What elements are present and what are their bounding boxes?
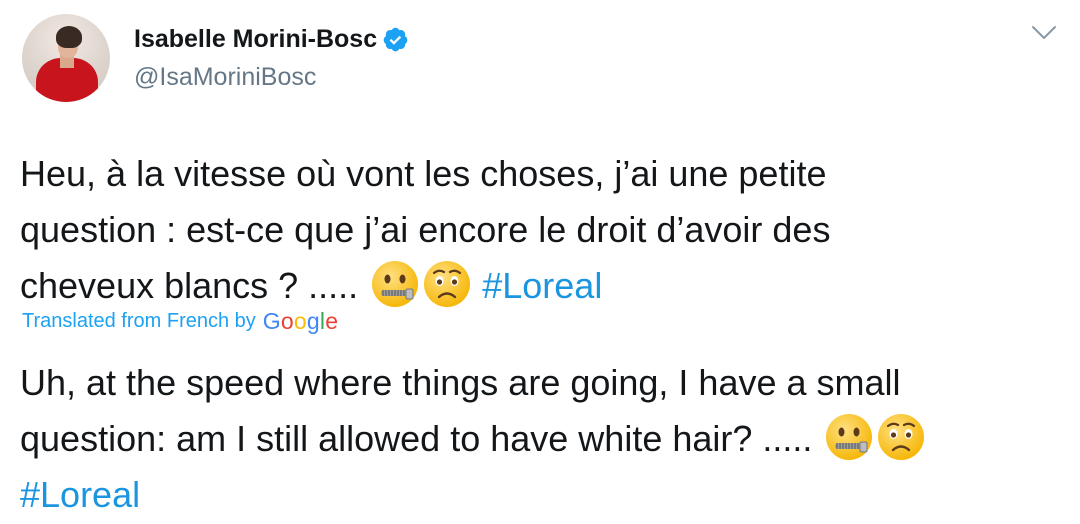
translated-text: Uh, at the speed where things are going,… [20, 355, 1060, 523]
translated-label[interactable]: Translated from French by [22, 306, 256, 336]
hashtag-link[interactable]: #Loreal [482, 265, 602, 306]
translated-text-line: Uh, at the speed where things are going,… [20, 362, 901, 403]
tweet-text: Heu, à la vitesse où vont les choses, j’… [20, 146, 1060, 314]
avatar[interactable] [22, 14, 110, 102]
worried-face-icon [876, 412, 926, 462]
translated-text-segment: question: am I still allowed to have whi… [20, 418, 813, 459]
translated-text-line: question: am I still allowed to have whi… [20, 411, 1060, 467]
hashtag-link[interactable]: #Loreal [20, 474, 140, 515]
author-name-row[interactable]: Isabelle Morini-Bosc [134, 22, 409, 56]
zipper-mouth-face-icon [370, 259, 420, 309]
verified-badge-icon [383, 27, 408, 51]
tweet-text-segment: cheveux blancs ? ..... [20, 265, 359, 306]
author-handle[interactable]: @IsaMoriniBosc [134, 60, 316, 94]
tweet-text-line: Heu, à la vitesse où vont les choses, j’… [20, 153, 827, 194]
translated-text-line: #Loreal [20, 467, 1060, 523]
author-display-name[interactable]: Isabelle Morini-Bosc [134, 22, 377, 56]
tweet-text-line: question : est-ce que j’ai encore le dro… [20, 209, 831, 250]
google-logo: Google [262, 308, 339, 334]
worried-face-icon [422, 259, 472, 309]
avatar-hair [56, 26, 82, 48]
translation-notice: Translated from French by Google [22, 306, 338, 336]
chevron-down-icon[interactable] [1031, 24, 1057, 42]
zipper-mouth-face-icon [824, 412, 874, 462]
